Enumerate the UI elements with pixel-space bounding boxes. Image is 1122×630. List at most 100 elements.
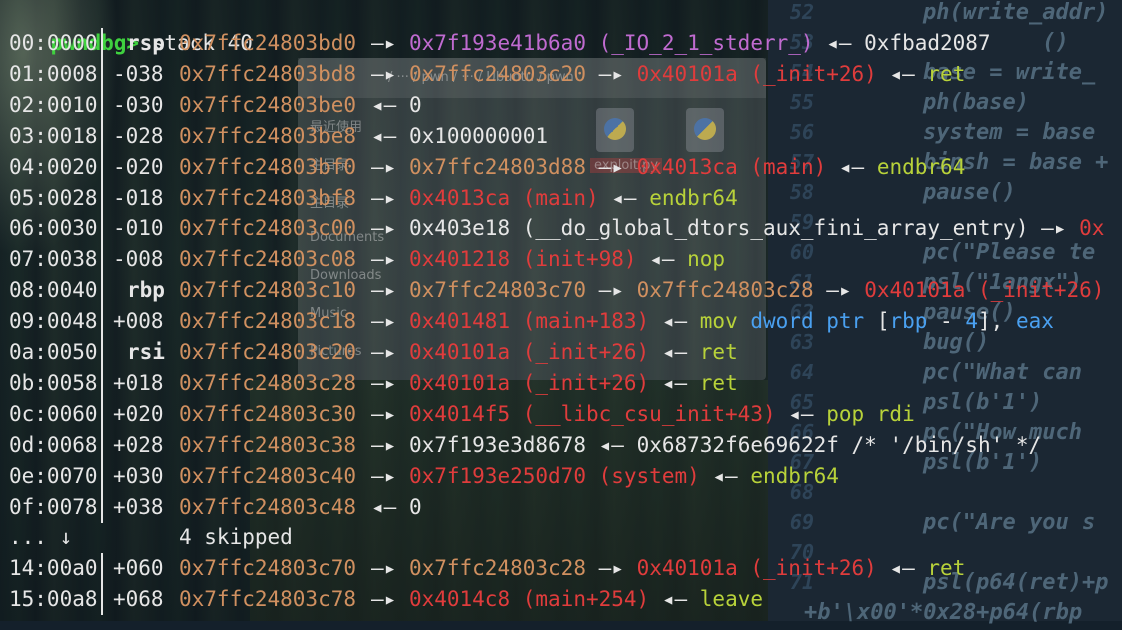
stack-offset: 06:0030 [9, 216, 98, 241]
pointer-value: 0xfbad2087 [864, 31, 991, 55]
arrow-glyph: —▸ [1041, 216, 1067, 241]
stack-offset: 05:0028 [9, 185, 98, 210]
arrow-glyph: ◂— [889, 556, 915, 581]
arrow-glyph: —▸ [598, 556, 624, 581]
stack-row[interactable]: 02:0010 -030 0x7ffc24803be0 ◂— 0 [9, 89, 1122, 121]
stack-address: 0x7ffc24803c78 [179, 587, 357, 612]
stack-offset: 09:0048 [9, 309, 98, 334]
column-separator [101, 151, 103, 183]
pointer-chain: —▸ 0x7ffc24803d88 —▸ 0x4013ca (main) ◂— … [371, 152, 978, 183]
column-separator [101, 398, 103, 430]
stack-offset: 0c:0060 [9, 401, 98, 426]
arrow-glyph: ◂— [611, 185, 637, 210]
stack-offset: 02:0010 [9, 92, 98, 117]
pointer-value: 0x403e18 (__do_global_dtors_aux_fini_arr… [408, 216, 1029, 241]
pointer-value: endbr64 [876, 154, 966, 179]
arrow-glyph: —▸ [371, 370, 397, 395]
stack-row[interactable]: 01:0008 -038 0x7ffc24803bd8 —▸ 0x7ffc24803c… [9, 58, 1122, 90]
pointer-chain: —▸ 0x7ffc24803c28 —▸ 0x40101a (_init+26)… [371, 553, 978, 584]
arrow-glyph: ◂— [889, 61, 915, 86]
arrow-glyph: ◂— [788, 401, 814, 426]
arrow-glyph: ◂— [661, 370, 688, 395]
column-separator [101, 306, 103, 338]
pointer-value: 0x401481 (main+183) [408, 309, 650, 334]
arrow-glyph: —▸ [371, 185, 397, 210]
stack-row[interactable]: 0e:0070 +030 0x7ffc24803c40 —▸ 0x7f193e250d… [9, 460, 1122, 492]
pointer-value: mov [699, 309, 738, 334]
arrow-glyph: —▸ [598, 61, 624, 86]
relative-offset: +030 [113, 463, 164, 488]
stack-offset: 03:0018 [9, 123, 98, 148]
arrow-glyph: —▸ [371, 31, 397, 55]
pointer-value: 0x7ffc24803c70 [408, 278, 586, 303]
column-separator [101, 337, 103, 368]
arrow-glyph: —▸ [371, 587, 397, 612]
stack-row[interactable]: 0c:0060 +020 0x7ffc24803c30 —▸ 0x4014f5 (__… [9, 398, 1122, 430]
stack-address: 0x7ffc24803c70 [179, 556, 357, 581]
arrow-glyph: —▸ [826, 278, 852, 303]
column-separator [101, 491, 103, 523]
line-number: 52 [789, 0, 814, 24]
stack-row[interactable]: 0a:0050 rsi 0x7ffc24803c20 —▸ 0x40101a (_in… [9, 337, 1122, 368]
stack-row[interactable]: 06:0030 -010 0x7ffc24803c00 —▸ 0x403e18 (__… [9, 213, 1122, 245]
arrow-glyph: —▸ [371, 247, 397, 272]
stack-row[interactable]: 07:0038 -008 0x7ffc24803c08 —▸ 0x401218 (in… [9, 244, 1122, 276]
arrow-glyph: ◂— [371, 123, 397, 148]
pointer-value: 0x401218 (init+98) [408, 247, 637, 272]
pointer-chain: —▸ 0x7ffc24803c70 —▸ 0x7ffc24803c28 —▸ 0… [371, 275, 1117, 306]
stack-offset: 08:0040 [9, 278, 98, 303]
stack-address: 0x7ffc24803be8 [179, 123, 357, 148]
stack-offset: 0a:0050 [9, 340, 98, 364]
stack-offset: 00:0000 [9, 31, 98, 55]
operand: - [927, 309, 966, 334]
stack-address: 0x7ffc24803c30 [179, 401, 357, 426]
arrow-glyph: ◂— [649, 247, 675, 272]
stack-address: 0x7ffc24803bd8 [179, 61, 357, 86]
pointer-value: ret [699, 340, 738, 364]
stack-offset: 04:0020 [9, 154, 98, 179]
pointer-value: 0x40101a (_init+26) [636, 61, 877, 86]
column-separator [101, 584, 103, 616]
stack-address: 0x7ffc24803c08 [179, 247, 357, 272]
stack-row[interactable]: 14:00a0 +060 0x7ffc24803c70 —▸ 0x7ffc24803c… [9, 553, 1122, 585]
register-label: rsi [127, 340, 165, 364]
stack-row[interactable]: 0b:0058 +018 0x7ffc24803c28 —▸ 0x40101a (_i… [9, 367, 1122, 399]
code-text: ph(write_addr) [923, 0, 1109, 25]
stack-address: 0x7ffc24803c48 [179, 494, 357, 519]
pointer-chain: —▸ 0x7f193e3d8678 ◂— 0x68732f6e69622f /*… [371, 430, 1054, 461]
pointer-value: 0x7ffc24803c28 [408, 556, 586, 581]
stack-row[interactable]: 04:0020 -020 0x7ffc24803bf0 —▸ 0x7ffc24803d… [9, 151, 1122, 183]
pointer-chain: —▸ 0x7f193e41b6a0 (_IO_2_1_stderr_) ◂— 0… [371, 28, 1003, 59]
editor-line[interactable]: 52 ph(write_addr) [768, 0, 1122, 30]
operand: ], [978, 309, 1016, 334]
operand: [ [864, 309, 890, 334]
arrow-glyph: ◂— [371, 92, 397, 117]
stack-row[interactable]: 15:00a8 +068 0x7ffc24803c78 —▸ 0x4014c8 (ma… [9, 584, 1122, 616]
stack-row[interactable]: 0d:0068 +028 0x7ffc24803c38 —▸ 0x7f193e3d86… [9, 429, 1122, 461]
stack-row[interactable]: 08:0040 rbp 0x7ffc24803c10 —▸ 0x7ffc24803c7… [9, 275, 1122, 307]
pointer-value: pop rdi [826, 401, 915, 426]
pointer-value: leave [699, 587, 763, 612]
stack-row[interactable]: 09:0048 +008 0x7ffc24803c18 —▸ 0x401481 (ma… [9, 306, 1122, 338]
stack-row[interactable]: 05:0028 -018 0x7ffc24803bf8 —▸ 0x4013ca (ma… [9, 182, 1122, 214]
arrow-glyph: —▸ [371, 556, 397, 581]
stack-row[interactable]: 00:0000 rsp 0x7ffc24803bd0 —▸ 0x7f193e41b6a… [9, 28, 1122, 59]
arrow-glyph: —▸ [598, 278, 624, 303]
column-separator [101, 553, 103, 585]
stack-row[interactable]: 0f:0078 +038 0x7ffc24803c48 ◂— 0 [9, 491, 1122, 523]
arrow-glyph: —▸ [371, 154, 397, 179]
arrow-glyph: ◂— [838, 154, 865, 179]
stack-address: 0x7ffc24803c18 [179, 309, 357, 334]
stack-offset: 07:0038 [9, 247, 98, 272]
column-separator [101, 182, 103, 214]
column-separator [101, 429, 103, 461]
pointer-chain: —▸ 0x7ffc24803c20 —▸ 0x40101a (_init+26)… [371, 59, 978, 90]
stack-address: 0x7ffc24803c20 [179, 340, 357, 364]
arrow-glyph: ◂— [661, 340, 688, 364]
pointer-value: ret [927, 61, 966, 86]
operand: 4 [965, 309, 978, 334]
stack-offset: 0e:0070 [9, 463, 98, 488]
relative-offset: -038 [113, 61, 164, 86]
pointer-chain: —▸ 0x401218 (init+98) ◂— nop [371, 244, 738, 275]
stack-row[interactable]: 03:0018 -028 0x7ffc24803be8 ◂— 0x100000001 [9, 120, 1122, 152]
